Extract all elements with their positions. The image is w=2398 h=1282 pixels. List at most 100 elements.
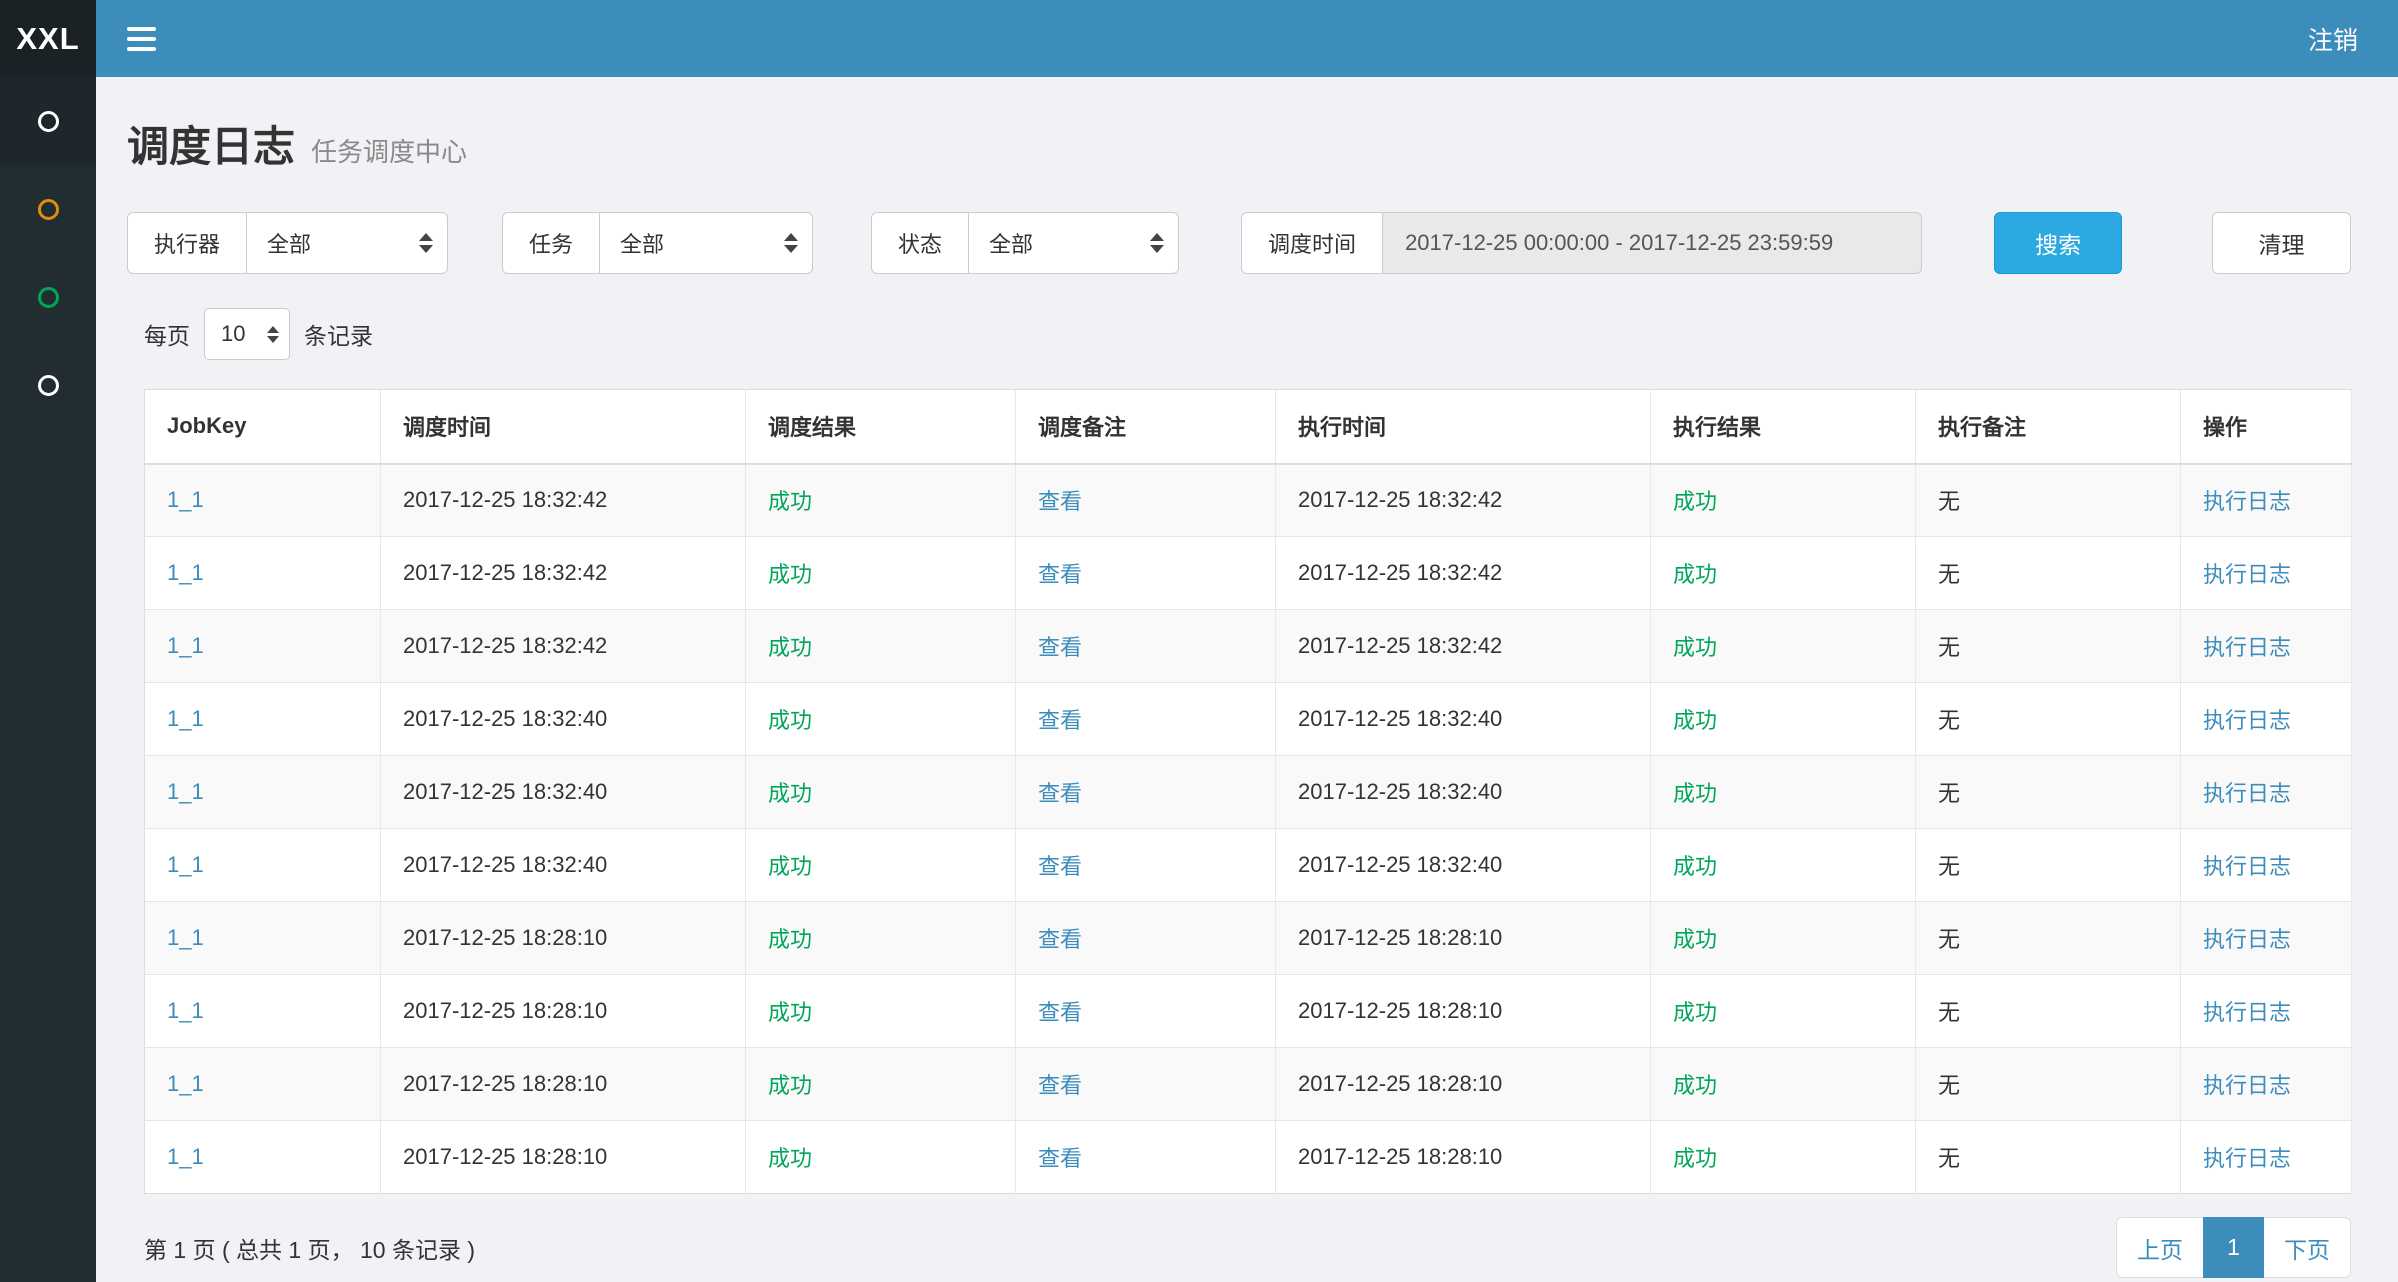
jobkey-link[interactable]: 1_1 [167,706,204,731]
trigger-result-cell-wrapper: 成功 [746,683,1016,756]
pagination-next-button[interactable]: 下页 [2263,1217,2351,1278]
page-size-suffix: 条记录 [304,317,373,351]
handle-msg-cell-wrapper: 无 [1916,756,2181,829]
column-header-handle-result: 执行结果 [1651,390,1916,464]
select-arrows-icon [1150,233,1164,253]
table-body: 1_12017-12-25 18:32:42成功查看2017-12-25 18:… [145,464,2352,1194]
handle-time-cell: 2017-12-25 18:32:42 [1298,487,1502,512]
handle-result-cell: 成功 [1673,1000,1717,1025]
trigger-msg-link[interactable]: 查看 [1038,708,1082,733]
sidebar-item-1[interactable] [0,77,96,165]
trigger-msg-link[interactable]: 查看 [1038,1000,1082,1025]
trigger-time-cell-wrapper: 2017-12-25 18:32:42 [381,610,746,683]
column-header-trigger-msg: 调度备注 [1016,390,1276,464]
trigger-result-cell-wrapper: 成功 [746,1121,1016,1194]
trigger-time-cell-wrapper: 2017-12-25 18:32:42 [381,537,746,610]
handle-result-cell-wrapper: 成功 [1651,1048,1916,1121]
search-button[interactable]: 搜索 [1994,212,2122,274]
jobkey-link-wrapper: 1_1 [145,464,381,537]
column-header-action: 操作 [2181,390,2352,464]
pagination-page-1-button[interactable]: 1 [2203,1217,2264,1278]
handle-msg-cell-wrapper: 无 [1916,975,2181,1048]
view-exec-log-link[interactable]: 执行日志 [2203,489,2291,514]
table-row: 1_12017-12-25 18:32:40成功查看2017-12-25 18:… [145,683,2352,756]
job-filter-select[interactable]: 全部 [599,212,813,274]
trigger-result-cell: 成功 [768,1146,812,1171]
handle-result-cell-wrapper: 成功 [1651,464,1916,537]
pagination-prev-button[interactable]: 上页 [2116,1217,2204,1278]
trigger-msg-link[interactable]: 查看 [1038,927,1082,952]
view-exec-log-link[interactable]: 执行日志 [2203,854,2291,879]
trigger-msg-link-wrapper: 查看 [1016,683,1276,756]
handle-msg-cell: 无 [1938,708,1960,733]
jobkey-link[interactable]: 1_1 [167,633,204,658]
trigger-time-range-input[interactable]: 2017-12-25 00:00:00 - 2017-12-25 23:59:5… [1382,212,1922,274]
table-header-row: JobKey调度时间调度结果调度备注执行时间执行结果执行备注操作 [145,390,2352,464]
trigger-time-cell: 2017-12-25 18:28:10 [403,1071,607,1096]
logout-button[interactable]: 注销 [2268,0,2398,77]
executor-filter-value: 全部 [267,227,311,259]
trigger-msg-link[interactable]: 查看 [1038,562,1082,587]
jobkey-link[interactable]: 1_1 [167,560,204,585]
job-filter-label: 任务 [502,212,599,274]
view-exec-log-link[interactable]: 执行日志 [2203,635,2291,660]
jobkey-link[interactable]: 1_1 [167,779,204,804]
trigger-result-cell-wrapper: 成功 [746,975,1016,1048]
trigger-msg-link[interactable]: 查看 [1038,1073,1082,1098]
circle-icon [38,287,59,308]
trigger-msg-link-wrapper: 查看 [1016,902,1276,975]
trigger-msg-link-wrapper: 查看 [1016,829,1276,902]
handle-time-cell-wrapper: 2017-12-25 18:28:10 [1276,902,1651,975]
handle-result-cell: 成功 [1673,1073,1717,1098]
view-exec-log-link-wrapper: 执行日志 [2181,975,2352,1048]
job-filter-group: 任务 全部 [502,212,813,274]
log-table: JobKey调度时间调度结果调度备注执行时间执行结果执行备注操作 1_1 2017… [144,389,2352,1194]
sidebar-item-4[interactable] [0,341,96,429]
view-exec-log-link-wrapper: 执行日志 [2181,829,2352,902]
jobkey-link-wrapper: 1_1 [145,683,381,756]
handle-time-cell-wrapper: 2017-12-25 18:32:42 [1276,464,1651,537]
jobkey-link-wrapper: 1_1 [145,1121,381,1194]
handle-time-cell: 2017-12-25 18:32:40 [1298,852,1502,877]
trigger-msg-link[interactable]: 查看 [1038,781,1082,806]
trigger-msg-link[interactable]: 查看 [1038,635,1082,660]
handle-result-cell: 成功 [1673,635,1717,660]
sidebar-item-2[interactable] [0,165,96,253]
executor-filter-group: 执行器 全部 [127,212,448,274]
trigger-msg-link[interactable]: 查看 [1038,489,1082,514]
clear-button[interactable]: 清理 [2212,212,2351,274]
trigger-msg-link[interactable]: 查看 [1038,1146,1082,1171]
jobkey-link[interactable]: 1_1 [167,487,204,512]
trigger-result-cell-wrapper: 成功 [746,610,1016,683]
jobkey-link[interactable]: 1_1 [167,1071,204,1096]
sidebar-item-3[interactable] [0,253,96,341]
view-exec-log-link[interactable]: 执行日志 [2203,1073,2291,1098]
view-exec-log-link-wrapper: 执行日志 [2181,464,2352,537]
trigger-msg-link[interactable]: 查看 [1038,854,1082,879]
page-size-select[interactable]: 10 [204,308,290,360]
circle-icon [38,375,59,396]
jobkey-link[interactable]: 1_1 [167,852,204,877]
app-logo[interactable]: XXL [0,0,96,77]
jobkey-link[interactable]: 1_1 [167,998,204,1023]
view-exec-log-link[interactable]: 执行日志 [2203,781,2291,806]
view-exec-log-link[interactable]: 执行日志 [2203,927,2291,952]
jobkey-link[interactable]: 1_1 [167,925,204,950]
trigger-msg-link-wrapper: 查看 [1016,537,1276,610]
view-exec-log-link[interactable]: 执行日志 [2203,1000,2291,1025]
view-exec-log-link[interactable]: 执行日志 [2203,708,2291,733]
sidebar-toggle-button[interactable] [96,0,186,77]
view-exec-log-link[interactable]: 执行日志 [2203,562,2291,587]
jobkey-link-wrapper: 1_1 [145,756,381,829]
table-row: 1_12017-12-25 18:28:10成功查看2017-12-25 18:… [145,1121,2352,1194]
view-exec-log-link-wrapper: 执行日志 [2181,1048,2352,1121]
executor-filter-select[interactable]: 全部 [246,212,448,274]
trigger-time-cell: 2017-12-25 18:32:40 [403,706,607,731]
trigger-result-cell-wrapper: 成功 [746,464,1016,537]
column-header-trigger-result: 调度结果 [746,390,1016,464]
status-filter-select[interactable]: 全部 [968,212,1179,274]
column-header-jobkey: JobKey [145,390,381,464]
handle-msg-cell: 无 [1938,1073,1960,1098]
jobkey-link[interactable]: 1_1 [167,1144,204,1169]
view-exec-log-link[interactable]: 执行日志 [2203,1146,2291,1171]
